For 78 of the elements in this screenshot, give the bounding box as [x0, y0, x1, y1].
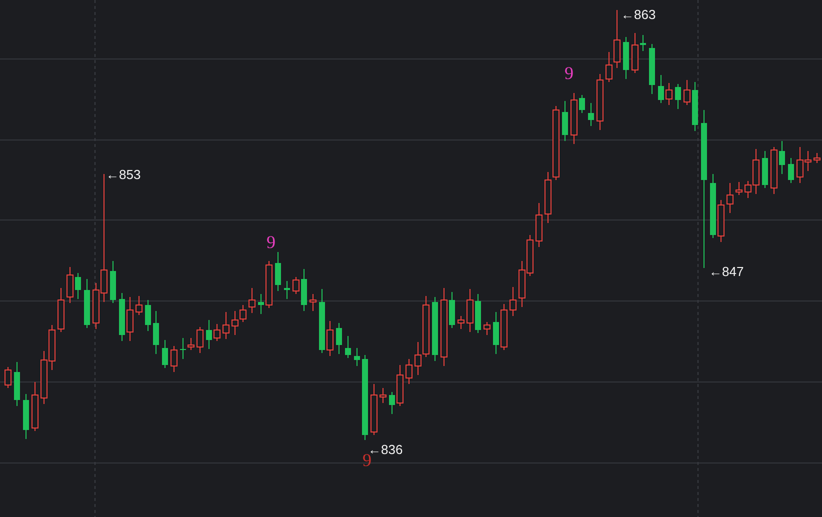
candlestick [292, 276, 300, 294]
candlestick [258, 294, 264, 314]
candlestick [640, 34, 646, 52]
candlestick [196, 326, 204, 354]
candlestick [66, 266, 74, 304]
candlestick [180, 338, 186, 360]
candlestick [432, 296, 438, 362]
price-extreme-label: ←853 [106, 167, 141, 182]
candlestick [310, 294, 316, 312]
candlestick [354, 348, 360, 366]
candlestick [380, 388, 386, 404]
candlestick [579, 94, 585, 114]
candlestick [788, 158, 794, 184]
candlestick [718, 200, 724, 242]
candlestick [58, 288, 64, 332]
candlestick [145, 300, 151, 332]
candlestick [493, 312, 499, 354]
candlestick [406, 358, 412, 384]
price-extreme-label: ←863 [621, 7, 656, 22]
candlestick [153, 310, 159, 354]
candlestick [762, 150, 768, 188]
candlestick [570, 92, 578, 144]
candlestick [32, 382, 38, 432]
candlestick [14, 362, 20, 406]
candlestick [588, 102, 594, 126]
candlestick [284, 280, 290, 300]
candlestick [623, 36, 629, 80]
candlestick [214, 324, 220, 342]
candlestick [649, 44, 655, 94]
candlestick [466, 288, 474, 332]
candlestick [710, 174, 716, 238]
candlestick [684, 80, 690, 106]
candlestick [536, 202, 542, 248]
candlestick [692, 82, 698, 132]
candlestick [222, 312, 230, 340]
candlestick [370, 384, 378, 436]
candlestick [500, 304, 508, 350]
sequence-count-mark: 9 [564, 63, 574, 83]
candlestick [632, 32, 638, 74]
candlestick [319, 288, 325, 354]
candlestick [326, 320, 334, 356]
price-extreme-label: ←847 [709, 264, 744, 279]
candlestick [119, 292, 125, 342]
candlestick [84, 278, 90, 328]
candlestick [75, 272, 81, 300]
candlestick [736, 182, 742, 196]
candlestick [206, 320, 212, 350]
candlestick [275, 252, 281, 292]
candlestick [248, 288, 256, 314]
candlestick [136, 296, 142, 316]
candlestick [475, 294, 481, 334]
candlestick [396, 364, 404, 406]
candlestick [666, 82, 672, 106]
candlestick [484, 322, 490, 336]
sequence-count-mark: 9 [266, 232, 276, 252]
candlestick [301, 268, 307, 312]
candlestick [449, 292, 455, 328]
candlestick [458, 316, 464, 330]
candlestick [779, 140, 785, 174]
candlestick [658, 74, 664, 104]
candlestick [126, 296, 134, 342]
candlestick [510, 286, 516, 316]
candlestick [345, 336, 351, 358]
candlestick [675, 84, 681, 110]
candlestick [170, 346, 178, 372]
sequence-count-mark: 9 [362, 450, 372, 470]
candlestick [336, 322, 342, 354]
candlestick [562, 100, 568, 142]
candlestick [162, 340, 168, 368]
candlestick [596, 74, 604, 130]
candlestick [110, 260, 116, 304]
candlestick [770, 146, 778, 194]
candlestick [188, 338, 194, 350]
candlestick [389, 392, 395, 414]
candlestick [266, 260, 272, 308]
candlestick [4, 366, 12, 388]
candlestick [23, 394, 29, 440]
candlestick [726, 182, 734, 214]
